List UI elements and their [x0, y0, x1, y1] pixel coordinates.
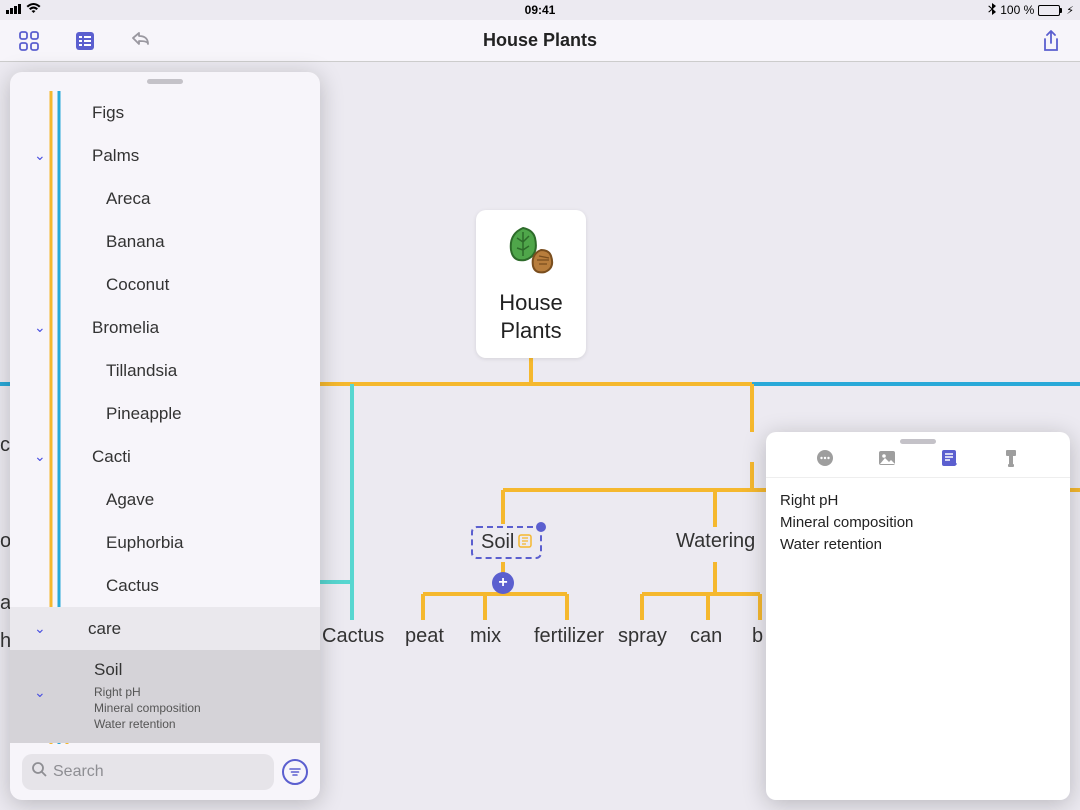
sidebar-item-label: Euphorbia	[106, 533, 184, 553]
drag-handle-icon[interactable]	[147, 79, 183, 84]
sidebar-item-label: Cacti	[92, 447, 131, 467]
chevron-down-icon[interactable]: ⌄	[34, 147, 46, 164]
node-b-cut[interactable]: b	[752, 625, 763, 648]
sidebar-item-label: Cactus	[106, 576, 159, 596]
add-child-button[interactable]: +	[492, 572, 514, 594]
sidebar-item-label: Bromelia	[92, 318, 159, 338]
search-row: Search	[10, 744, 320, 800]
root-node-title: House Plants	[499, 289, 563, 344]
node-spray[interactable]: spray	[618, 625, 667, 648]
bluetooth-icon	[988, 3, 996, 18]
sidebar-item-label: Areca	[106, 189, 150, 209]
share-icon[interactable]	[1040, 30, 1062, 52]
tab-more-icon[interactable]	[814, 447, 836, 469]
sidebar-item-label: Pineapple	[106, 404, 182, 424]
sidebar-item-label: Palms	[92, 146, 139, 166]
node-soil-label: Soil	[481, 531, 514, 554]
sidebar-item-bromelia[interactable]: ⌄ Bromelia	[10, 306, 320, 349]
sidebar-item-banana[interactable]: Banana	[10, 220, 320, 263]
sidebar-item-label: care	[88, 619, 121, 639]
wifi-icon	[26, 3, 41, 17]
note-icon	[518, 531, 532, 554]
search-icon	[32, 762, 47, 782]
sidebar-item-label: Coconut	[106, 275, 169, 295]
sidebar-item-euphorbia[interactable]: Euphorbia	[10, 521, 320, 564]
sidebar-item-label: Banana	[106, 232, 165, 252]
sidebar-item-coconut[interactable]: Coconut	[10, 263, 320, 306]
sidebar-item-areca[interactable]: Areca	[10, 177, 320, 220]
status-bar: 09:41 100 % ⚡︎	[0, 0, 1080, 20]
tab-style-icon[interactable]	[1000, 447, 1022, 469]
battery-icon	[1038, 5, 1062, 16]
battery-text: 100 %	[1000, 3, 1034, 17]
sidebar-item-palms[interactable]: ⌄ Palms	[10, 134, 320, 177]
sidebar-item-label: Tillandsia	[106, 361, 177, 381]
tab-image-icon[interactable]	[876, 447, 898, 469]
outline-tree[interactable]: Figs ⌄ Palms Areca Banana Coconut ⌄ Bromel…	[10, 91, 320, 744]
node-mix[interactable]: mix	[470, 625, 501, 648]
grid-view-icon[interactable]	[18, 30, 40, 52]
root-node[interactable]: House Plants	[476, 210, 586, 358]
sidebar-item-pineapple[interactable]: Pineapple	[10, 392, 320, 435]
notes-tabs	[766, 432, 1070, 478]
toolbar: House Plants	[0, 20, 1080, 62]
sidebar-item-label: Figs	[92, 103, 124, 123]
chevron-down-icon[interactable]: ⌄	[34, 684, 46, 701]
node-soil[interactable]: Soil	[471, 526, 542, 559]
notes-body[interactable]: Right pH Mineral composition Water reten…	[766, 478, 1070, 567]
search-input[interactable]: Search	[22, 754, 274, 790]
tab-notes-icon[interactable]	[938, 447, 960, 469]
chevron-down-icon[interactable]: ⌄	[34, 620, 46, 637]
sidebar-item-label: Agave	[106, 490, 154, 510]
leaf-icon	[503, 224, 559, 281]
sidebar-item-cacti[interactable]: ⌄ Cacti	[10, 435, 320, 478]
node-cactus[interactable]: Cactus	[322, 625, 384, 648]
sidebar-item-agave[interactable]: Agave	[10, 478, 320, 521]
sidebar-item-care[interactable]: ⌄ care	[10, 607, 320, 650]
node-peat[interactable]: peat	[405, 625, 444, 648]
selection-indicator-icon	[536, 522, 546, 532]
search-placeholder: Search	[53, 763, 104, 781]
sidebar-item-notes: Right pH Mineral composition Water reten…	[94, 684, 201, 733]
chevron-down-icon[interactable]: ⌄	[34, 319, 46, 336]
charging-icon: ⚡︎	[1066, 4, 1074, 17]
node-can[interactable]: can	[690, 625, 722, 648]
sidebar-item-soil[interactable]: ⌄ Soil Right pH Mineral composition Wate…	[10, 650, 320, 743]
cell-signal-icon	[6, 3, 22, 17]
sidebar-item-figs[interactable]: Figs	[10, 91, 320, 134]
undo-icon[interactable]	[130, 30, 152, 52]
sidebar-item-tillandsia[interactable]: Tillandsia	[10, 349, 320, 392]
status-time: 09:41	[362, 3, 718, 17]
outline-view-icon[interactable]	[74, 30, 96, 52]
chevron-down-icon[interactable]: ⌄	[34, 448, 46, 465]
drag-handle-icon[interactable]	[900, 439, 936, 444]
sidebar-item-cactus[interactable]: Cactus	[10, 564, 320, 607]
outline-sidebar: Figs ⌄ Palms Areca Banana Coconut ⌄ Bromel…	[10, 72, 320, 800]
sidebar-item-label: Soil	[94, 660, 122, 680]
filter-button[interactable]	[282, 759, 308, 785]
page-title: House Plants	[0, 30, 1080, 51]
node-watering[interactable]: Watering	[676, 530, 755, 553]
notes-panel: Right pH Mineral composition Water reten…	[766, 432, 1070, 800]
node-fertilizer[interactable]: fertilizer	[534, 625, 604, 648]
